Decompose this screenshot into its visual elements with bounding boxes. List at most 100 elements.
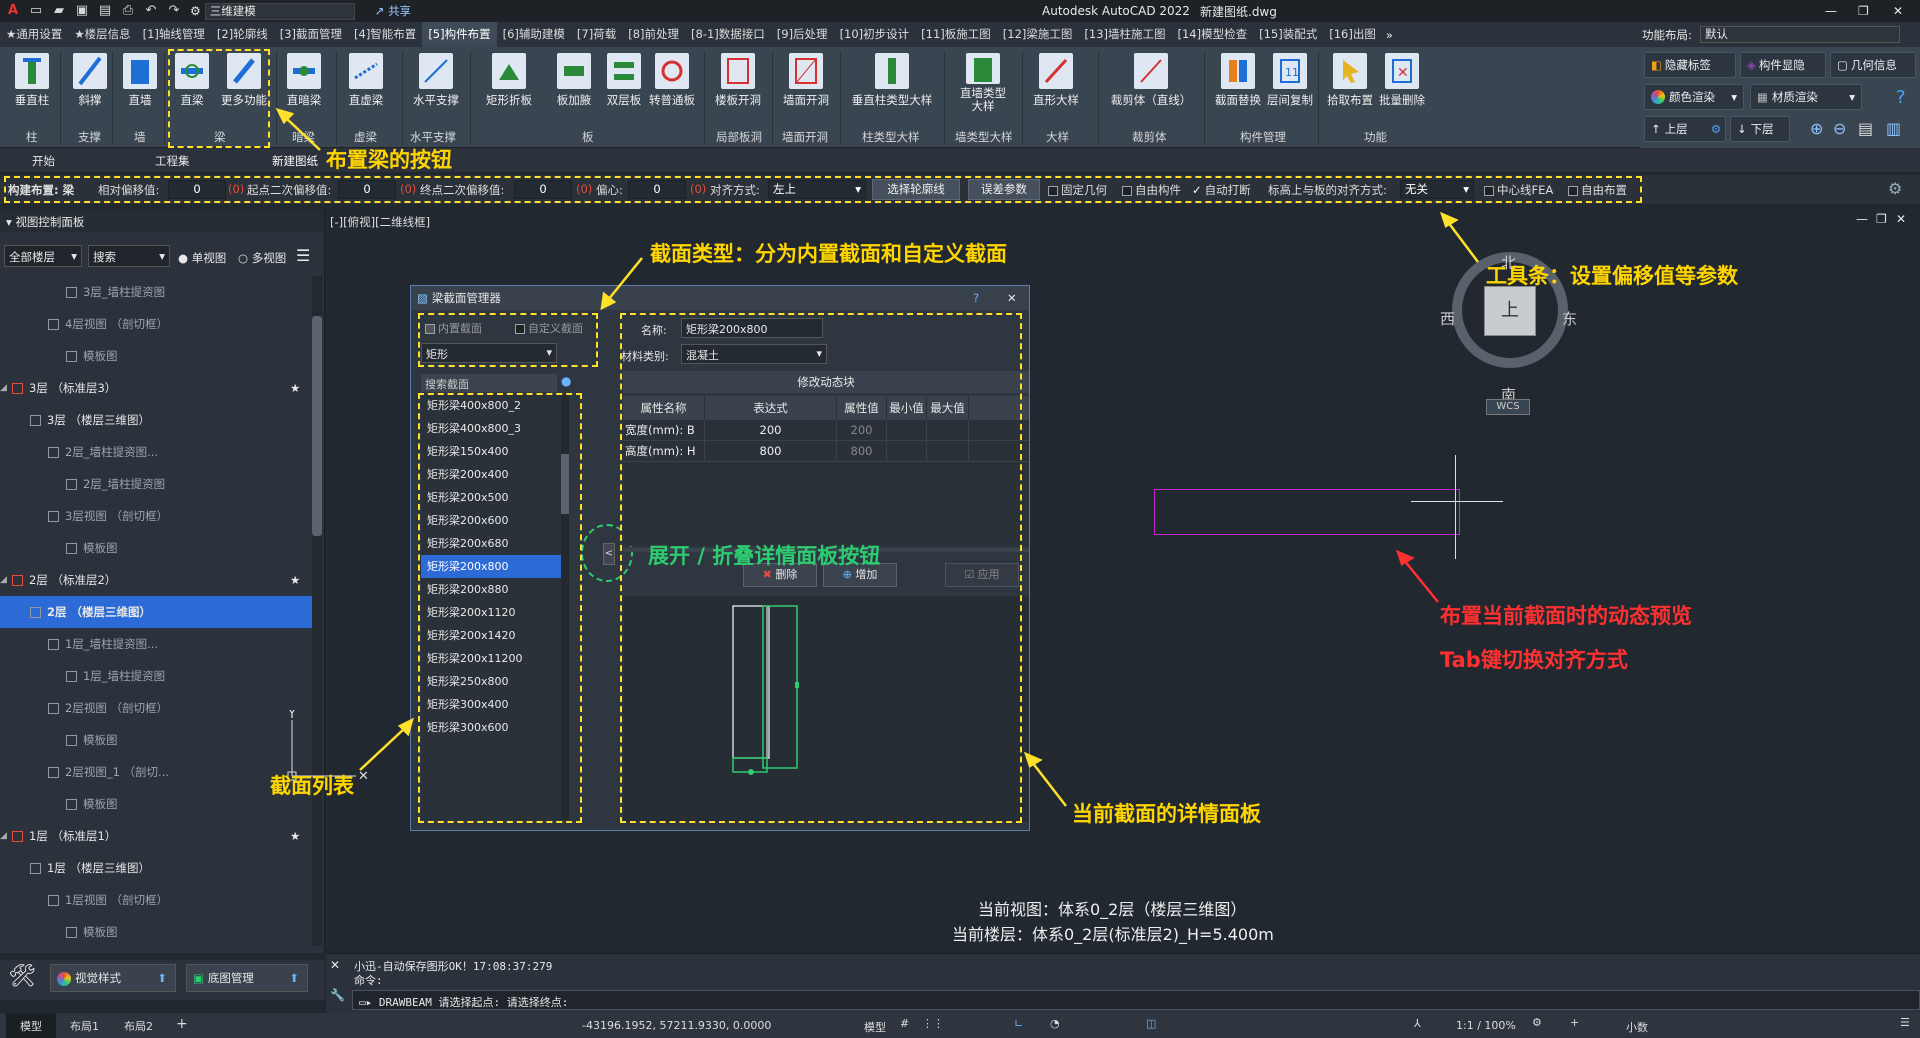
new-file-icon[interactable]: ▭	[26, 3, 46, 19]
tree-checkbox[interactable]	[66, 798, 77, 810]
tab-project-set[interactable]: 工程集	[155, 153, 190, 169]
tree-item[interactable]: 模板图	[0, 724, 315, 756]
tree-item[interactable]: ◢ 3层 （标准层3） ★	[0, 372, 315, 404]
tab-aux[interactable]: [6]辅助建模	[497, 22, 571, 47]
model-space-button[interactable]: 模型	[864, 1019, 886, 1035]
tree-item[interactable]: 模板图	[0, 788, 315, 820]
tree-item[interactable]: 3层视图 （剖切框）	[0, 500, 315, 532]
tree-checkbox[interactable]	[48, 766, 59, 778]
viewport-minimize-icon[interactable]: —	[1856, 212, 1868, 226]
search-select[interactable]: 搜索 ▾	[88, 245, 170, 267]
tree-item[interactable]: 模板图	[0, 532, 315, 564]
viewport-close-icon[interactable]: ✕	[1896, 212, 1906, 226]
hide-labels-button[interactable]: ◧ 隐藏标签	[1644, 52, 1736, 78]
floor-select[interactable]: 全部楼层 ▾	[4, 245, 82, 267]
layout1-tab[interactable]: 布局1	[70, 1018, 99, 1034]
tree-checkbox[interactable]	[48, 638, 59, 650]
tree-item[interactable]: 2层_墙柱提资图...	[0, 436, 315, 468]
more-tabs-icon[interactable]: »	[1382, 28, 1397, 42]
star-icon[interactable]: ★	[290, 829, 300, 843]
print-icon[interactable]: ⎙	[118, 3, 138, 19]
panel-list-icon[interactable]: ☰	[296, 246, 310, 265]
close-icon[interactable]: ✕	[1893, 4, 1903, 18]
pick-place-button[interactable]: 拾取布置	[1324, 53, 1376, 113]
tree-item[interactable]: 2层视图_1 （剖切...	[0, 756, 315, 788]
tree-item[interactable]: 1层_墙柱提资图...	[0, 628, 315, 660]
open-file-icon[interactable]: ▰	[49, 3, 69, 19]
tree-checkbox[interactable]	[12, 830, 23, 842]
tab-wall-dwg[interactable]: [13]墙柱施工图	[1078, 22, 1171, 47]
multi-view-radio[interactable]: ○ 多视图	[238, 250, 286, 266]
zoom-out-icon[interactable]: ⊖	[1833, 119, 1846, 138]
tab-start[interactable]: 开始	[32, 153, 55, 169]
tree-item[interactable]: 3层 （楼层三维图）	[0, 404, 315, 436]
tab-output[interactable]: [16]出图	[1323, 22, 1382, 47]
tab-component[interactable]: [5]构件布置	[422, 22, 497, 47]
tab-new-drawing[interactable]: 新建图纸	[272, 153, 318, 169]
undo-icon[interactable]: ↶	[141, 3, 161, 19]
help-icon[interactable]: ?	[1896, 87, 1906, 108]
tree-checkbox[interactable]	[12, 574, 23, 586]
tree-item[interactable]: 4层视图 （剖切框）	[0, 308, 315, 340]
osnap-icon[interactable]: ◫	[1146, 1017, 1156, 1030]
slab-haunch-button[interactable]: 板加腋	[552, 53, 596, 113]
dialog-close-icon[interactable]: ✕	[1007, 291, 1017, 305]
virtual-beam-button[interactable]: 直虚梁	[344, 53, 388, 113]
star-icon[interactable]: ★	[290, 381, 300, 395]
tab-prelim[interactable]: [10]初步设计	[834, 22, 916, 47]
tree-checkbox[interactable]	[48, 446, 59, 458]
wall-opening-button[interactable]: 墙面开洞	[780, 53, 832, 113]
restore-icon[interactable]: ❐	[1858, 4, 1869, 18]
list-view-icon[interactable]: ▤	[1858, 119, 1873, 138]
tab-data[interactable]: [8-1]数据接口	[685, 22, 771, 47]
tab-smart[interactable]: [4]智能布置	[348, 22, 422, 47]
tree-item[interactable]: 2层_墙柱提资图	[0, 468, 315, 500]
zoom-in-icon[interactable]: ⊕	[1810, 119, 1823, 138]
settings-icon[interactable]: ⚙	[1532, 1016, 1542, 1029]
tree-item[interactable]: 2层 （楼层三维图）	[0, 596, 315, 628]
tree-item[interactable]: 1层_墙柱提资图	[0, 660, 315, 692]
brace-button[interactable]: 斜撑	[68, 53, 112, 113]
units-select[interactable]: 小数	[1626, 1019, 1648, 1035]
tree-checkbox[interactable]	[12, 382, 23, 394]
single-view-radio[interactable]: ● 单视图	[178, 250, 226, 266]
polar-icon[interactable]: ◔	[1050, 1017, 1060, 1030]
straight-detail-button[interactable]: 直形大样	[1030, 53, 1082, 113]
tab-floor-info[interactable]: ★楼层信息	[68, 22, 136, 47]
cmd-wrench-icon[interactable]: 🔧	[330, 988, 345, 1002]
tab-general[interactable]: ★通用设置	[0, 22, 68, 47]
component-visibility-button[interactable]: ◈ 构件显隐	[1740, 52, 1826, 78]
tree-checkbox[interactable]	[66, 286, 77, 298]
horizontal-brace-button[interactable]: 水平支撑	[410, 53, 462, 113]
tree-checkbox[interactable]	[66, 478, 77, 490]
wcs-menu[interactable]: WCS	[1486, 399, 1530, 415]
tree-checkbox[interactable]	[66, 926, 77, 938]
layout2-tab[interactable]: 布局2	[124, 1018, 153, 1034]
tree-item[interactable]: 3层_墙柱提资图	[0, 276, 315, 308]
tree-checkbox[interactable]	[66, 670, 77, 682]
annotation-scale-icon[interactable]: ⅄	[1414, 1017, 1421, 1030]
grid-icon[interactable]: #	[900, 1017, 909, 1030]
toolbar-gear-icon[interactable]: ⚙	[1888, 179, 1902, 198]
star-icon[interactable]: ★	[290, 573, 300, 587]
snap-icon[interactable]: ⋮⋮	[922, 1017, 944, 1030]
tab-section[interactable]: [3]截面管理	[274, 22, 348, 47]
tree-item[interactable]: 模板图	[0, 340, 315, 372]
vertical-column-button[interactable]: 垂直柱	[10, 53, 54, 113]
upper-floor-button[interactable]: ↑ 上层 ⚙	[1644, 116, 1726, 142]
plus-icon[interactable]: +	[1570, 1016, 1579, 1029]
tab-axis[interactable]: [1]轴线管理	[137, 22, 211, 47]
tab-check[interactable]: [14]模型检查	[1172, 22, 1254, 47]
tab-post[interactable]: [9]后处理	[771, 22, 834, 47]
add-layout-icon[interactable]: +	[176, 1016, 188, 1032]
batch-delete-button[interactable]: ✕ 批量删除	[1376, 53, 1428, 113]
to-normal-slab-button[interactable]: 转普通板	[646, 53, 698, 113]
geometry-info-button[interactable]: ▢ 几何信息	[1830, 52, 1916, 78]
tree-checkbox[interactable]	[66, 734, 77, 746]
section-search[interactable]: 搜索截面	[421, 374, 557, 392]
tree-checkbox[interactable]	[30, 862, 41, 874]
wall-type-detail-button[interactable]: 直墙类型大样	[952, 53, 1014, 113]
tab-slab-dwg[interactable]: [11]板施工图	[915, 22, 997, 47]
tree-item[interactable]: ◢ 1层 （标准层1） ★	[0, 820, 315, 852]
floor-copy-button[interactable]: 11 层间复制	[1264, 53, 1316, 113]
